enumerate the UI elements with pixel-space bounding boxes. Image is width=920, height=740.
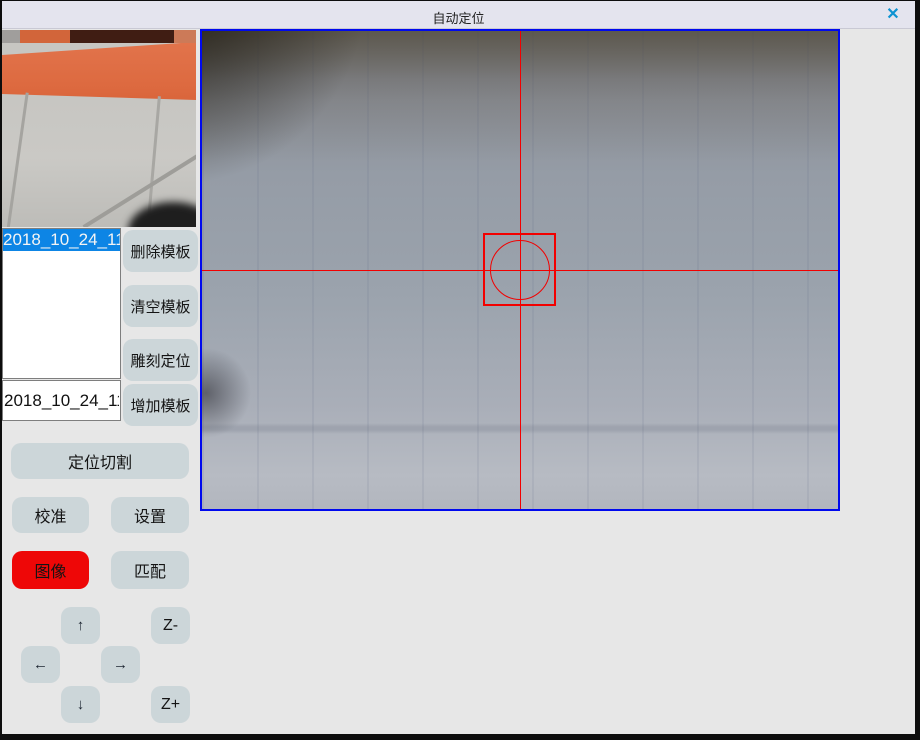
camera-feed[interactable] (202, 31, 838, 509)
image-button[interactable]: 图像 (12, 551, 89, 589)
jog-up-button[interactable]: ↑ (61, 607, 100, 644)
preview-tile-grout-left (6, 92, 28, 227)
title-bar[interactable]: 自动定位 ✕ (2, 1, 915, 29)
preview-orange-beam (2, 30, 196, 130)
target-circle (490, 240, 550, 300)
preview-top-orange-patch (20, 30, 70, 43)
camera-view[interactable] (200, 29, 840, 511)
auto-position-dialog: 自动定位 ✕ 2018_10_24_11 删除模板 清空模板 雕刻定位 增加模板… (2, 1, 915, 734)
settings-button[interactable]: 设置 (111, 497, 189, 533)
preview-dark-object (128, 202, 196, 227)
engrave-position-button[interactable]: 雕刻定位 (123, 339, 198, 381)
jog-z-plus-button[interactable]: Z+ (151, 686, 190, 723)
delete-template-button[interactable]: 删除模板 (123, 230, 198, 272)
dialog-title: 自动定位 (2, 8, 915, 27)
clear-templates-button[interactable]: 清空模板 (123, 285, 198, 327)
preview-top-right-patch (174, 30, 196, 43)
jog-down-button[interactable]: ↓ (61, 686, 100, 723)
add-template-button[interactable]: 增加模板 (123, 384, 198, 426)
template-name-input[interactable] (2, 380, 121, 421)
jog-left-button[interactable]: ← (21, 646, 60, 683)
jog-right-button[interactable]: → (101, 646, 140, 683)
calibrate-button[interactable]: 校准 (12, 497, 89, 533)
close-icon[interactable]: ✕ (883, 5, 903, 25)
template-list-item[interactable]: 2018_10_24_11 (3, 229, 120, 251)
position-cut-button[interactable]: 定位切割 (11, 443, 189, 479)
template-list[interactable]: 2018_10_24_11 (2, 228, 121, 379)
preview-top-shadow-patch (70, 30, 174, 43)
jog-z-minus-button[interactable]: Z- (151, 607, 190, 644)
match-button[interactable]: 匹配 (111, 551, 189, 589)
template-preview-image (2, 30, 196, 227)
